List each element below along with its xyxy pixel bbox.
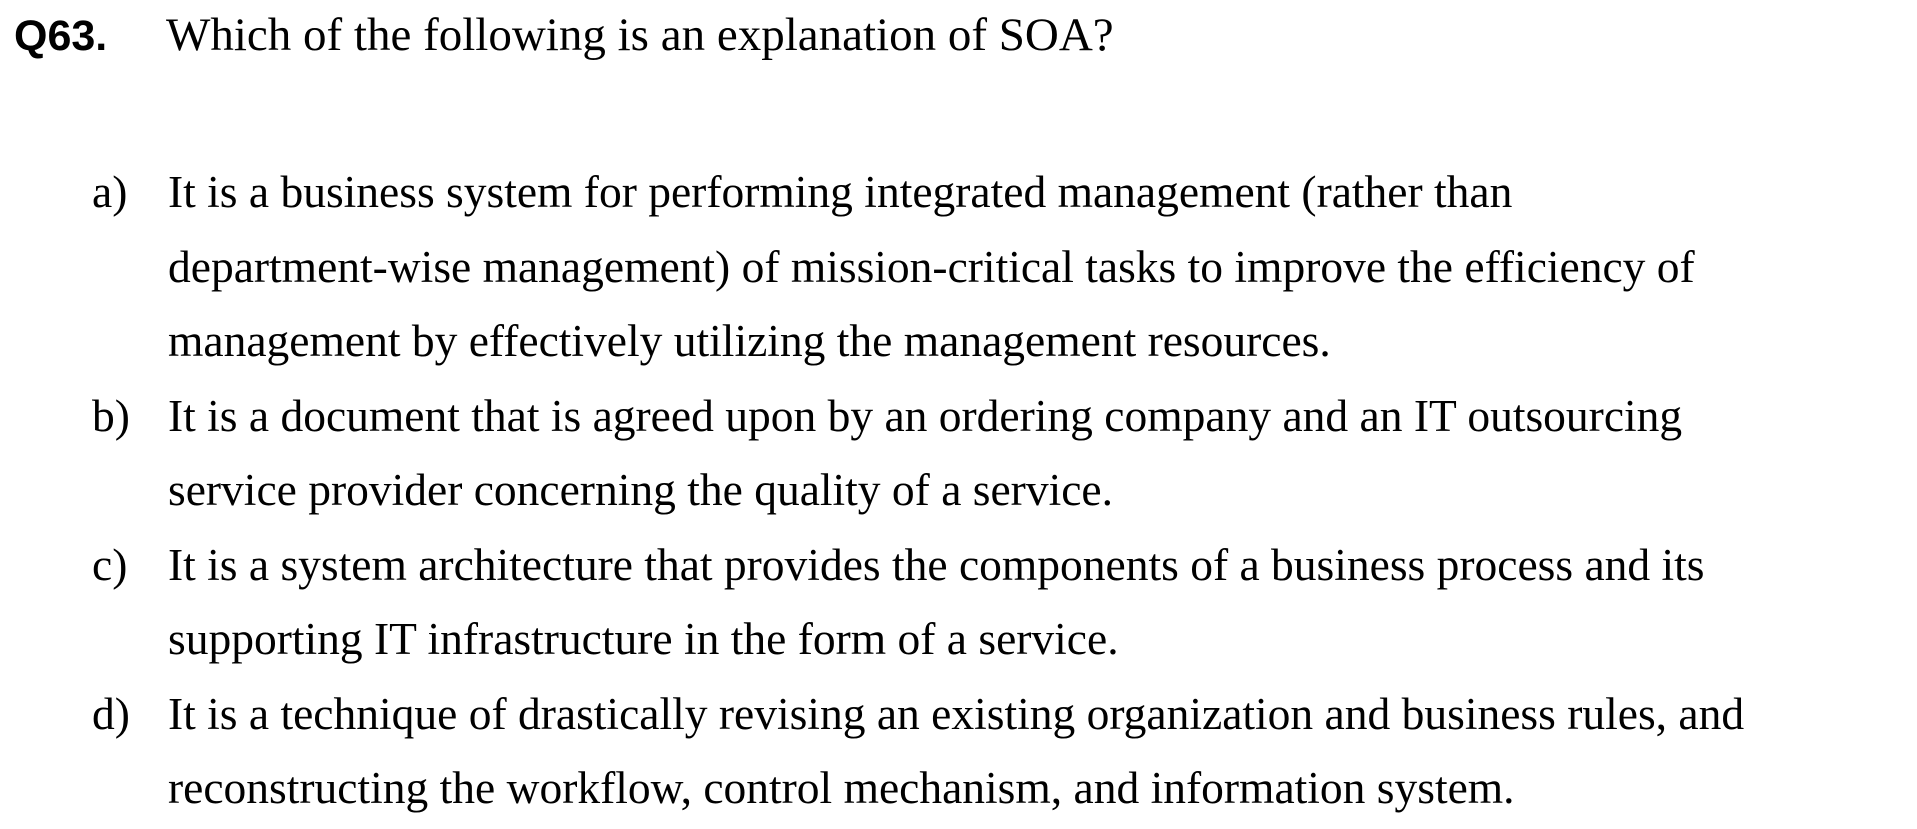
option-text-line: supporting IT infrastructure in the form…: [168, 613, 1119, 664]
option-text: It is a system architecture that provide…: [168, 528, 1912, 677]
option-text: It is a document that is agreed upon by …: [168, 379, 1912, 528]
option-text-line: service provider concerning the quality …: [168, 464, 1113, 515]
option-text-line: It is a document that is agreed upon by …: [168, 389, 1683, 441]
option-text-line: reconstructing the workflow, control mec…: [168, 762, 1515, 813]
question-header: Q63. Which of the following is an explan…: [14, 8, 1904, 62]
option-text: It is a business system for performing i…: [168, 155, 1912, 379]
option-text-line: It is a system architecture that provide…: [168, 538, 1705, 590]
option-c: c) It is a system architecture that prov…: [92, 528, 1912, 677]
option-b: b) It is a document that is agreed upon …: [92, 379, 1912, 528]
option-text-line: department-wise management) of mission-c…: [168, 240, 1695, 292]
option-text-line: management by effectively utilizing the …: [168, 315, 1331, 366]
option-text: It is a technique of drastically revisin…: [168, 677, 1912, 826]
option-label: a): [92, 166, 128, 217]
question-text: Which of the following is an explanation…: [166, 9, 1114, 61]
question-number: Q63.: [14, 12, 108, 60]
option-d: d) It is a technique of drastically revi…: [92, 677, 1912, 826]
option-text-line: It is a business system for performing i…: [168, 166, 1513, 217]
answer-options: a) It is a business system for performin…: [92, 155, 1912, 826]
option-a: a) It is a business system for performin…: [92, 155, 1912, 379]
option-label: d): [92, 687, 130, 739]
option-text-line: It is a technique of drastically revisin…: [168, 687, 1745, 739]
option-label: b): [92, 389, 130, 441]
option-label: c): [92, 538, 128, 590]
